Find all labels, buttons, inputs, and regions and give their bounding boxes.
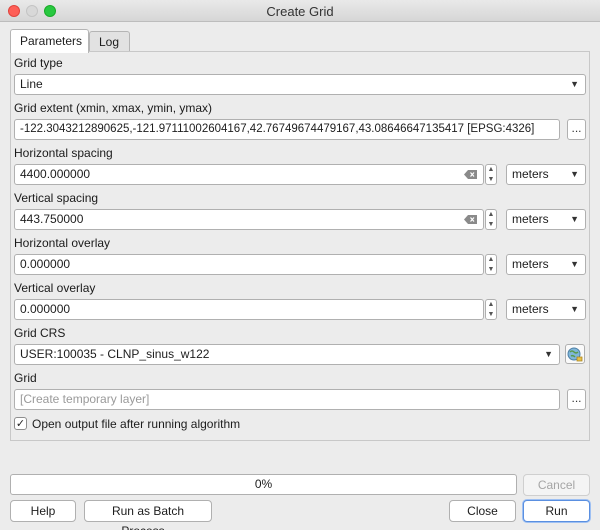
horizontal-overlay-unit-select[interactable]: meters ▼ (506, 254, 586, 275)
vertical-spacing-label: Vertical spacing (14, 191, 99, 205)
chevron-down-icon: ▼ (570, 214, 579, 224)
grid-crs-value: USER:100035 - CLNP_sinus_w122 (20, 347, 210, 361)
vertical-overlay-spinner[interactable]: ▲ ▼ (485, 299, 497, 320)
grid-output-browse-button[interactable]: ... (567, 389, 586, 410)
horizontal-overlay-unit: meters (512, 257, 549, 271)
grid-crs-select[interactable]: USER:100035 - CLNP_sinus_w122 ▼ (14, 344, 560, 365)
crs-select-button[interactable] (565, 344, 585, 364)
horizontal-spacing-spinner[interactable]: ▲ ▼ (485, 164, 497, 185)
grid-extent-label: Grid extent (xmin, xmax, ymin, ymax) (14, 101, 213, 115)
horizontal-overlay-value: 0.000000 (20, 257, 71, 271)
grid-extent-browse-button[interactable]: ... (567, 119, 586, 140)
spin-up-icon[interactable]: ▲ (486, 165, 496, 174)
spin-down-icon[interactable]: ▼ (486, 310, 496, 319)
grid-extent-input[interactable]: -122.3043212890625,-121.97111002604167,4… (14, 119, 560, 140)
spin-up-icon[interactable]: ▲ (486, 210, 496, 219)
open-output-label: Open output file after running algorithm (32, 417, 241, 431)
horizontal-spacing-value: 4400.000000 (20, 167, 91, 181)
spin-down-icon[interactable]: ▼ (486, 265, 496, 274)
grid-extent-value: -122.3043212890625,-121.97111002604167,4… (20, 123, 535, 135)
horizontal-spacing-unit: meters (512, 167, 549, 181)
grid-output-label: Grid (14, 371, 37, 385)
window-title: Create Grid (266, 4, 334, 19)
vertical-overlay-label: Vertical overlay (14, 281, 96, 295)
chevron-down-icon: ▼ (544, 349, 553, 359)
tab-log[interactable]: Log (89, 31, 130, 52)
chevron-down-icon: ▼ (570, 304, 579, 314)
horizontal-overlay-input[interactable]: 0.000000 (14, 254, 484, 275)
vertical-overlay-input[interactable]: 0.000000 (14, 299, 484, 320)
vertical-overlay-value: 0.000000 (20, 302, 71, 316)
horizontal-spacing-unit-select[interactable]: meters ▼ (506, 164, 586, 185)
chevron-down-icon: ▼ (570, 259, 579, 269)
globe-icon (567, 347, 583, 362)
spin-down-icon[interactable]: ▼ (486, 220, 496, 229)
spin-up-icon[interactable]: ▲ (486, 300, 496, 309)
run-button[interactable]: Run (523, 500, 590, 522)
clear-icon[interactable] (464, 215, 477, 224)
open-output-checkbox[interactable]: ✓ (14, 417, 27, 430)
spin-up-icon[interactable]: ▲ (486, 255, 496, 264)
horizontal-overlay-spinner[interactable]: ▲ ▼ (485, 254, 497, 275)
title-bar[interactable]: Create Grid (0, 0, 600, 22)
run-batch-button[interactable]: Run as Batch Process... (84, 500, 212, 530)
grid-type-value: Line (20, 77, 43, 91)
vertical-spacing-input[interactable]: 443.750000 (14, 209, 484, 230)
horizontal-spacing-input[interactable]: 4400.000000 (14, 164, 484, 185)
grid-output-placeholder: [Create temporary layer] (20, 392, 150, 406)
vertical-spacing-spinner[interactable]: ▲ ▼ (485, 209, 497, 230)
chevron-down-icon: ▼ (570, 79, 579, 89)
vertical-spacing-unit-select[interactable]: meters ▼ (506, 209, 586, 230)
clear-icon[interactable] (464, 170, 477, 179)
grid-crs-label: Grid CRS (14, 326, 66, 340)
create-grid-dialog: Create Grid Parameters Log Grid type Lin… (0, 0, 600, 530)
grid-type-label: Grid type (14, 56, 63, 70)
help-button[interactable]: Help (10, 500, 76, 522)
vertical-overlay-unit: meters (512, 302, 549, 316)
close-button[interactable]: Close (449, 500, 516, 522)
horizontal-spacing-label: Horizontal spacing (14, 146, 113, 160)
vertical-spacing-unit: meters (512, 212, 549, 226)
vertical-spacing-value: 443.750000 (20, 212, 84, 226)
chevron-down-icon: ▼ (570, 169, 579, 179)
progress-bar: 0% (10, 474, 517, 495)
vertical-overlay-unit-select[interactable]: meters ▼ (506, 299, 586, 320)
progress-text: 0% (254, 477, 273, 491)
grid-type-select[interactable]: Line ▼ (14, 74, 586, 95)
grid-output-input[interactable]: [Create temporary layer] (14, 389, 560, 410)
horizontal-overlay-label: Horizontal overlay (14, 236, 111, 250)
cancel-button[interactable]: Cancel (523, 474, 590, 496)
tab-parameters[interactable]: Parameters (10, 29, 89, 53)
spin-down-icon[interactable]: ▼ (486, 175, 496, 184)
